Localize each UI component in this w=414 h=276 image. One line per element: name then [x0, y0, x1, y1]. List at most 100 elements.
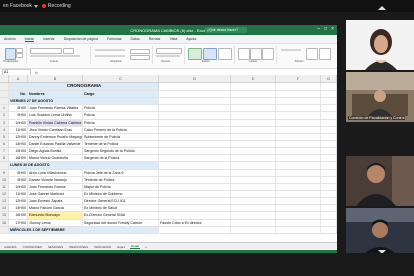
scroll-up-arrow-icon[interactable] [378, 6, 386, 10]
cell-styles-icon[interactable] [218, 48, 232, 60]
cell-empty[interactable] [321, 198, 337, 205]
cell-name[interactable]: Darwin Vicente Naranjo [28, 176, 83, 183]
cell-time[interactable]: 12H00 [9, 133, 28, 140]
column-header-a[interactable]: A [9, 75, 28, 82]
cell-cargo[interactable]: Mayor de Policía [83, 183, 159, 190]
cell-empty[interactable] [231, 133, 276, 140]
cell-empty[interactable] [276, 105, 321, 112]
cell-empty[interactable] [321, 105, 337, 112]
participant-tile[interactable] [346, 20, 414, 70]
cell-empty[interactable] [321, 176, 337, 183]
cell-empty[interactable] [231, 176, 276, 183]
cell-empty[interactable] [321, 169, 337, 176]
cell-name[interactable]: Juan Ernesto Zapata [28, 198, 83, 205]
cell-time[interactable]: 11H00 [9, 190, 28, 198]
cell-time[interactable]: 8H00 [9, 169, 28, 176]
cell-time[interactable]: 8H00 [9, 105, 28, 112]
spreadsheet-grid[interactable]: A B C D E F G CRONOGRAMA No. Nombres Car… [0, 75, 337, 234]
cell-empty[interactable] [231, 219, 276, 226]
delete-cells-icon[interactable] [250, 48, 262, 60]
tab-vista[interactable]: Vista [170, 37, 178, 41]
sheet-tab-sesiones[interactable]: SESIONES [47, 245, 64, 249]
cell-empty[interactable] [159, 212, 231, 219]
cell-cargo[interactable]: Director General ECU 911 [83, 198, 159, 205]
cell-empty[interactable] [159, 176, 231, 183]
sheet-tab-comisiones[interactable]: COMISIONES [22, 245, 43, 249]
cell-empty[interactable] [321, 148, 337, 155]
participant-tile[interactable] [346, 156, 414, 206]
cell-name[interactable]: Luis Gustavo Lema Urdiña [28, 112, 83, 119]
sheet-tab-mediciones[interactable]: MEDICIONES [68, 245, 89, 249]
align-bottom-buttons[interactable] [95, 55, 125, 57]
cell-time[interactable]: 17H00 [9, 219, 28, 226]
cell-cargo[interactable]: Policía [83, 119, 159, 126]
add-sheet-icon[interactable]: + [144, 245, 148, 249]
sheet-tab-hoja1[interactable]: Hoja1 [116, 245, 126, 249]
cell-empty[interactable] [276, 212, 321, 219]
cell-empty[interactable] [159, 133, 231, 140]
cell-name[interactable]: Juan Fernando Ramos Villalba [28, 105, 83, 112]
tab-revisar[interactable]: Revisar [149, 37, 161, 41]
cell-name[interactable]: Mauro Falconí García [28, 205, 83, 212]
tab-inicio[interactable]: Inicio [24, 37, 34, 42]
column-header-b[interactable]: B [28, 75, 83, 82]
cell-empty[interactable] [159, 169, 231, 176]
cell-empty[interactable] [276, 126, 321, 133]
cell-cargo[interactable]: Policía [83, 112, 159, 119]
maximize-icon[interactable]: □ [324, 26, 327, 32]
cell-empty[interactable] [321, 205, 337, 212]
cell-time[interactable]: 10H00 [9, 183, 28, 190]
cell-empty[interactable] [321, 212, 337, 219]
select-all-corner[interactable] [0, 75, 9, 82]
tab-ayuda[interactable]: Ayuda [186, 37, 196, 41]
cell-time[interactable]: 16H00 [9, 155, 28, 162]
cell-time[interactable]: 14H00 [9, 140, 28, 148]
copy-icon[interactable] [16, 53, 23, 58]
cell-empty[interactable] [159, 183, 231, 190]
cell-name[interactable]: Danny Enderson Proaño Mayorga [28, 133, 83, 140]
cell-empty[interactable] [159, 148, 231, 155]
number-format-buttons[interactable] [156, 55, 180, 57]
font-name-dropdown[interactable] [30, 48, 62, 54]
wrap-text-button[interactable] [130, 49, 150, 54]
align-top-buttons[interactable] [95, 49, 125, 51]
insert-cells-icon[interactable] [238, 48, 250, 60]
format-as-table-icon[interactable] [203, 48, 217, 60]
font-format-buttons[interactable] [30, 55, 80, 57]
column-header-d[interactable]: D [159, 75, 231, 82]
header-no[interactable]: No. [9, 91, 28, 98]
cell-empty[interactable] [276, 190, 321, 198]
cell-empty[interactable] [159, 140, 231, 148]
cell-empty[interactable] [321, 133, 337, 140]
cell-name[interactable]: Juan Fernando Ramos [28, 183, 83, 190]
cell-empty[interactable] [231, 119, 276, 126]
cell-name[interactable]: Franklin Vinicio Cabrera Cabrera [28, 119, 83, 126]
cell-empty[interactable] [321, 140, 337, 148]
sheet-title[interactable]: CRONOGRAMA [9, 83, 159, 90]
tab-datos[interactable]: Datos [131, 37, 140, 41]
cell-empty[interactable] [231, 105, 276, 112]
cell-name[interactable]: Jhon Vinicio Cantisan Eras [28, 126, 83, 133]
tell-me-search[interactable]: ¿Qué desea hacer? [205, 27, 247, 33]
tab-formulas[interactable]: Fórmulas [107, 37, 122, 41]
cell-empty[interactable] [159, 198, 231, 205]
column-header-c[interactable]: C [83, 75, 159, 82]
cell-empty[interactable] [321, 126, 337, 133]
number-format-dropdown[interactable] [156, 48, 182, 54]
sort-filter-icon[interactable] [306, 48, 318, 60]
cell-time[interactable]: 11H00 [9, 126, 28, 133]
merge-center-button[interactable] [130, 55, 150, 60]
cell-empty[interactable] [276, 112, 321, 119]
cell-empty[interactable] [276, 205, 321, 212]
find-select-icon[interactable] [319, 48, 331, 60]
section-title-wednesday[interactable]: MIÉRCOLES 1 DE SEPTIEMBRE [9, 226, 159, 233]
cell-cargo[interactable]: Sargento de la Policía [83, 155, 159, 162]
cell-empty[interactable] [276, 119, 321, 126]
sheet-tab-agenda[interactable]: AGENDA [3, 245, 18, 249]
cell-time[interactable]: 10H00 [9, 119, 28, 126]
header-nombres[interactable]: Nombres [28, 91, 83, 98]
participant-tile[interactable]: Comisión de Fiscalización y Control [346, 72, 414, 122]
cell-empty[interactable] [231, 198, 276, 205]
cell-cargo[interactable]: Subteniente de Policía [83, 133, 159, 140]
cell-empty[interactable] [159, 105, 231, 112]
